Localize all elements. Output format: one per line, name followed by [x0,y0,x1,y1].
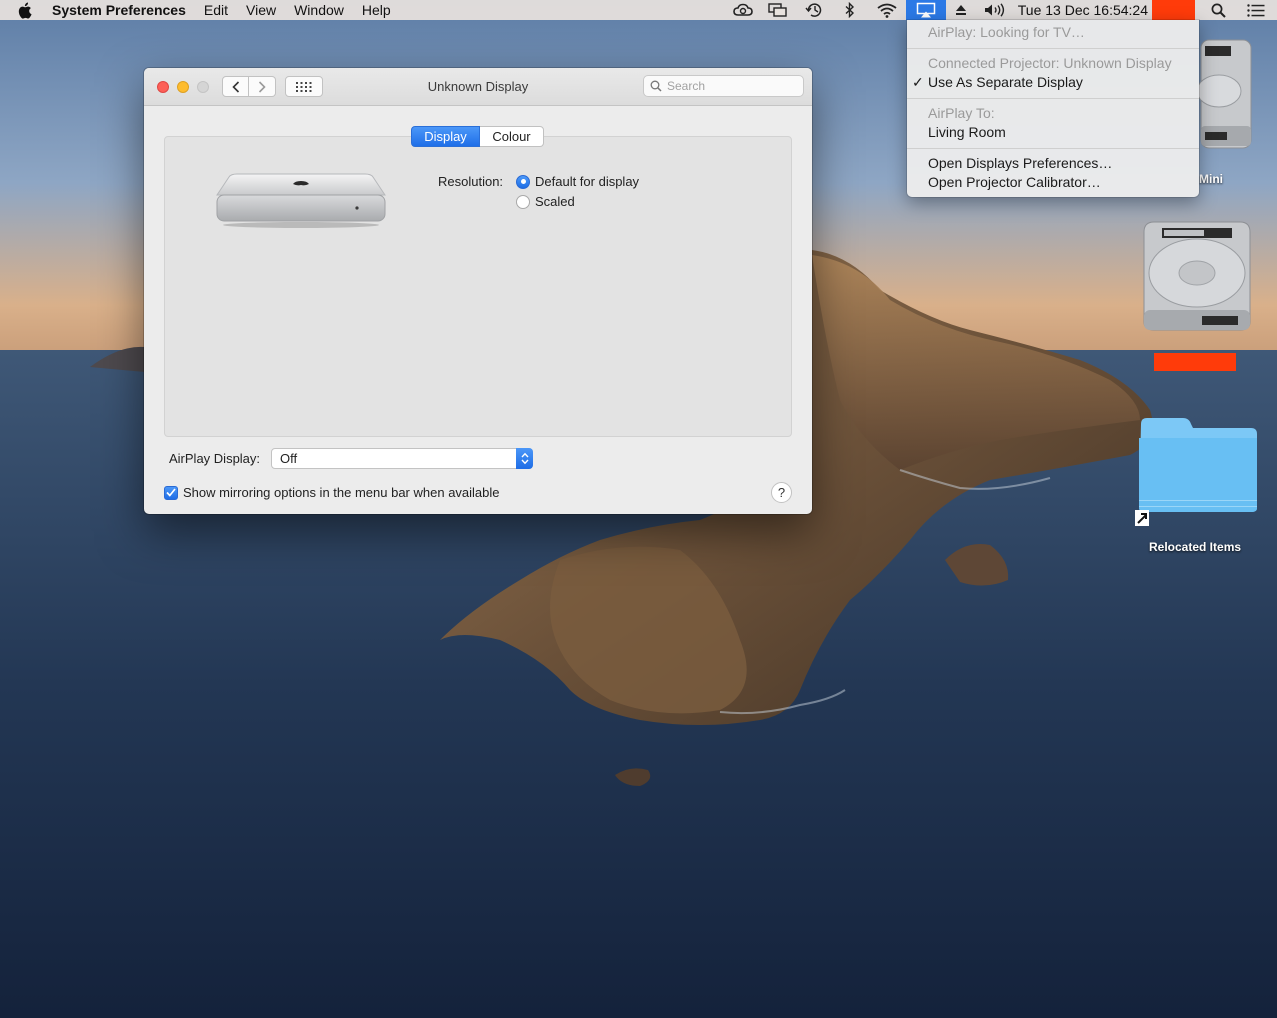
airplay-device-living-room[interactable]: Living Room [907,123,1199,142]
use-as-separate-display-label: Use As Separate Display [928,74,1083,90]
grid-icon [296,81,312,92]
mirroring-option[interactable]: Show mirroring options in the menu bar w… [164,485,500,500]
minimize-button[interactable] [177,81,189,93]
display-mirroring-icon[interactable] [760,0,796,20]
notification-center-icon[interactable] [1235,0,1277,20]
menu-bar: System Preferences Edit View Window Help… [0,0,1277,20]
bluetooth-icon[interactable] [832,0,868,20]
wifi-icon[interactable] [868,0,906,20]
use-as-separate-display-item[interactable]: ✓ Use As Separate Display [907,73,1199,92]
airplay-to-heading: AirPlay To: [928,105,995,121]
time-machine-icon[interactable] [796,0,832,20]
tab-colour[interactable]: Colour [480,126,544,147]
menu-help[interactable]: Help [353,0,400,20]
connected-projector-item: Connected Projector: Unknown Display [928,55,1172,71]
menu-edit[interactable]: Edit [195,0,237,20]
airplay-icon[interactable] [905,0,946,20]
chevron-left-icon [231,80,239,93]
display-settings-panel: Resolution: Default for display Scaled [164,136,792,437]
menu-window[interactable]: Window [285,0,353,20]
back-button[interactable] [222,76,249,97]
eject-icon[interactable] [946,0,976,20]
mirroring-checkbox-label: Show mirroring options in the menu bar w… [183,485,500,500]
window-titlebar[interactable]: Unknown Display [144,68,812,106]
tab-display[interactable]: Display [411,126,480,147]
show-all-button[interactable] [285,76,323,97]
spotlight-search-icon[interactable] [1201,0,1235,20]
hard-drive-icon[interactable] [1140,218,1254,334]
airplay-menu: AirPlay: Looking for TV… Connected Proje… [907,20,1199,197]
airplay-display-label: AirPlay Display: [169,451,261,466]
volume-icon[interactable] [976,0,1014,20]
desktop-item-label: Mini [1199,172,1223,186]
display-preferences-window: Unknown Display Display Colour [144,68,812,514]
resolution-label: Resolution: [438,174,504,189]
checkmark-icon [166,488,176,497]
folder-alias-icon[interactable] [1135,416,1259,528]
resolution-option-label: Default for display [535,174,640,189]
mac-mini-image [215,173,387,229]
resolution-option-scaled[interactable]: Scaled [516,194,575,209]
redacted-label [1154,353,1236,371]
search-input[interactable] [667,79,797,93]
close-button[interactable] [157,81,169,93]
open-projector-calibrator-item[interactable]: Open Projector Calibrator… [907,173,1199,192]
chevron-right-icon [258,80,266,93]
menu-separator [907,98,1199,99]
help-button[interactable]: ? [771,482,792,503]
display-tabs: Display Colour [411,126,544,147]
search-field[interactable] [643,75,804,97]
apple-logo-icon[interactable] [17,2,35,19]
status-area: Tue 13 Dec 16:54:24 [726,0,1277,20]
menu-app-name[interactable]: System Preferences [52,0,195,20]
checkmark-icon: ✓ [912,74,924,90]
mirroring-checkbox[interactable] [164,485,178,500]
redacted-user [1152,0,1195,20]
creative-cloud-icon[interactable] [726,0,760,20]
search-icon [650,80,662,92]
updown-chevron-icon [516,448,533,469]
menu-separator [907,148,1199,149]
desktop-item-label: Relocated Items [1149,540,1242,554]
airplay-looking-item: AirPlay: Looking for TV… [928,24,1085,40]
resolution-option-label: Scaled [535,194,575,209]
menu-clock[interactable]: Tue 13 Dec 16:54:24 [1014,0,1152,20]
resolution-option-default[interactable]: Default for display [516,174,639,189]
radio-button[interactable] [516,194,530,209]
forward-button[interactable] [249,76,276,97]
zoom-button [197,81,209,93]
airplay-display-value: Off [280,451,298,466]
menu-separator [907,48,1199,49]
radio-button-selected[interactable] [516,174,530,189]
open-displays-preferences-item[interactable]: Open Displays Preferences… [907,154,1199,173]
menu-view[interactable]: View [237,0,285,20]
hard-drive-icon[interactable] [1196,36,1254,152]
airplay-display-select[interactable]: Off [271,448,533,469]
